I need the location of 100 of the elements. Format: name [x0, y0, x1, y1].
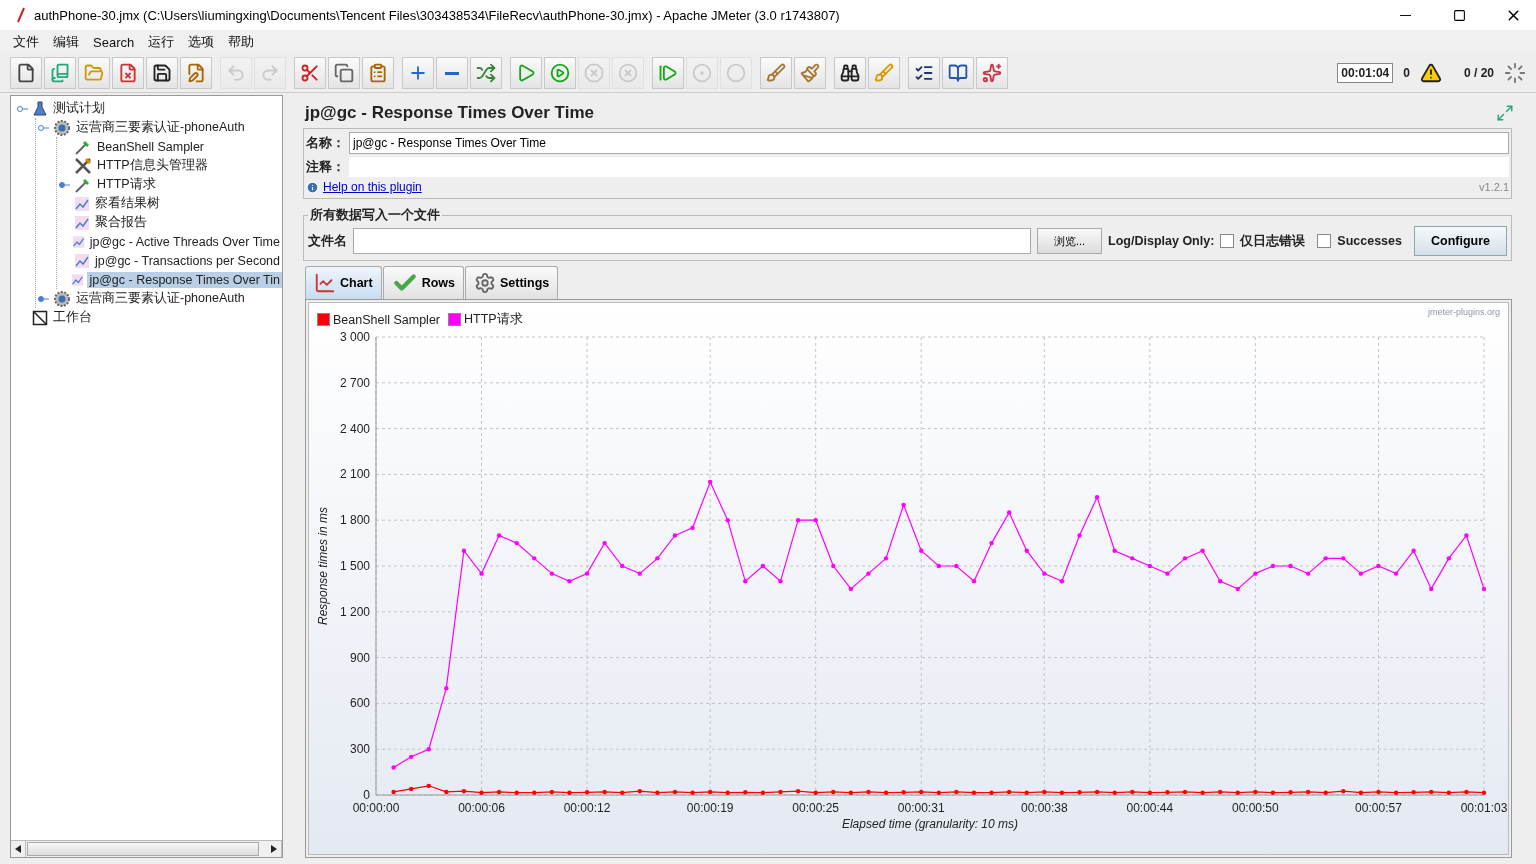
menu-item[interactable]: 运行 — [141, 31, 182, 53]
warning-count: 0 — [1403, 66, 1410, 80]
function-helper-button[interactable] — [908, 57, 940, 89]
tree-item[interactable]: BeanShell Sampler — [95, 138, 206, 155]
configure-button[interactable]: Configure — [1413, 226, 1507, 256]
start-button[interactable] — [510, 57, 542, 89]
scrollbar-thumb[interactable] — [27, 842, 259, 856]
menu-item[interactable]: Search — [86, 32, 142, 52]
plugins-button[interactable] — [976, 57, 1008, 89]
y-tick-label: 1 200 — [339, 604, 370, 619]
arrows-icon — [476, 63, 496, 83]
maximize-icon — [1452, 8, 1466, 22]
binoculars-icon — [840, 63, 860, 83]
copy-button[interactable] — [328, 57, 360, 89]
x-tick-label: 00:00:25 — [792, 801, 840, 815]
x-tick-label: 00:00:00 — [352, 801, 400, 815]
remote-start-button[interactable] — [652, 57, 684, 89]
tree-item[interactable]: 聚合报告 — [93, 213, 149, 232]
expand-button[interactable] — [402, 57, 434, 89]
menu-item[interactable]: 帮助 — [221, 31, 262, 53]
stop-icon — [584, 63, 604, 83]
x-tick-label: 00:00:06 — [458, 801, 505, 815]
collapse-button[interactable] — [436, 57, 468, 89]
tree-item[interactable]: jp@gc - Active Threads Over Time — [87, 233, 282, 250]
tab[interactable]: Rows — [382, 266, 464, 299]
scroll-left-icon[interactable] — [15, 845, 21, 853]
gear-icon — [53, 118, 71, 137]
graph-icon — [74, 214, 90, 231]
start-no-pauses-button[interactable] — [544, 57, 576, 89]
tree-item[interactable]: 测试计划 — [51, 99, 107, 118]
tree-item[interactable]: HTTP请求 — [95, 175, 158, 194]
play-circle-icon — [550, 63, 570, 83]
open-button[interactable] — [78, 57, 110, 89]
help-book-icon — [948, 63, 968, 83]
checkbox[interactable] — [1317, 234, 1332, 248]
checkbox[interactable] — [1220, 234, 1235, 248]
tab[interactable]: Chart — [305, 266, 382, 299]
menu-item[interactable]: 文件 — [6, 31, 46, 53]
clear-all-button[interactable] — [794, 57, 826, 89]
x-tick-label: 00:00:44 — [1126, 801, 1174, 815]
section-title: 所有数据写入一个文件 — [309, 207, 441, 224]
tab[interactable]: Settings — [465, 266, 559, 299]
tree-item[interactable]: jp@gc - Transactions per Second — [93, 252, 282, 269]
tree-item[interactable]: 工作台 — [51, 308, 94, 327]
flask-icon — [32, 100, 48, 117]
y-tick-label: 600 — [349, 696, 370, 711]
comment-label: 注释： — [306, 158, 345, 176]
x-tick-label: 00:00:12 — [563, 801, 611, 815]
floppy-icon — [152, 63, 172, 83]
save-button[interactable] — [146, 57, 178, 89]
y-tick-label: 3 000 — [339, 330, 370, 344]
dots-icon — [692, 63, 712, 83]
x-tick-label: 00:00:31 — [897, 801, 945, 815]
checkbox-label: Successes — [1337, 234, 1402, 248]
elapsed-time: 00:01:04 — [1337, 63, 1394, 83]
help-button[interactable] — [942, 57, 974, 89]
tree-item[interactable]: HTTP信息头管理器 — [95, 156, 210, 175]
clear-button[interactable] — [760, 57, 792, 89]
search-button[interactable] — [834, 57, 866, 89]
paste-button[interactable] — [362, 57, 394, 89]
spinner-icon — [1504, 62, 1526, 84]
maximize-icon[interactable] — [1496, 104, 1514, 122]
expanded-handle-icon[interactable] — [16, 104, 28, 113]
collapsed-handle-icon[interactable] — [58, 180, 70, 189]
close-button[interactable] — [112, 57, 144, 89]
tree-item[interactable]: jp@gc - Response Times Over Tin — [87, 271, 282, 288]
list-icon — [914, 63, 934, 83]
legend-label: HTTP请求 — [464, 311, 523, 328]
graph-icon — [71, 233, 85, 250]
chart-credit: jmeter-plugins.org — [1427, 307, 1500, 317]
tree-item[interactable]: 运营商三要素认证-phoneAuth — [74, 118, 247, 137]
scroll-right-icon[interactable] — [271, 845, 277, 853]
circle-icon — [726, 63, 746, 83]
x-tick-label: 00:00:19 — [686, 801, 734, 815]
y-axis-title: Response times in ms — [316, 507, 330, 625]
y-tick-label: 1 800 — [339, 513, 370, 528]
collapsed-handle-icon[interactable] — [37, 294, 49, 303]
x-tick-label: 00:00:38 — [1020, 801, 1068, 815]
name-field[interactable]: jp@gc - Response Times Over Time — [349, 132, 1509, 154]
menu-item[interactable]: 编辑 — [46, 31, 86, 53]
play-icon — [516, 63, 536, 83]
name-label: 名称： — [306, 134, 345, 152]
clipboard-icon — [368, 63, 388, 83]
x-tick-label: 00:00:50 — [1232, 801, 1279, 815]
expanded-handle-icon[interactable] — [37, 123, 49, 132]
checkbox-label: 仅日志错误 — [1240, 232, 1306, 250]
browse-button[interactable]: 浏览... — [1036, 228, 1103, 254]
save-as-button[interactable] — [180, 57, 212, 89]
menu-item[interactable]: 选项 — [181, 31, 222, 53]
tree-item[interactable]: 察看结果树 — [93, 194, 162, 213]
graph-icon — [74, 195, 90, 212]
new-button[interactable] — [10, 57, 42, 89]
copy-icon — [334, 63, 354, 83]
sparkle-icon — [982, 63, 1002, 83]
file-name-field[interactable] — [353, 228, 1031, 254]
tree-item[interactable]: 运营商三要素认证-phoneAuth — [74, 289, 247, 308]
toggle-button[interactable] — [470, 57, 502, 89]
cut-button[interactable] — [294, 57, 326, 89]
help-link[interactable]: Help on this plugin — [323, 180, 422, 194]
file-icon — [16, 63, 36, 83]
